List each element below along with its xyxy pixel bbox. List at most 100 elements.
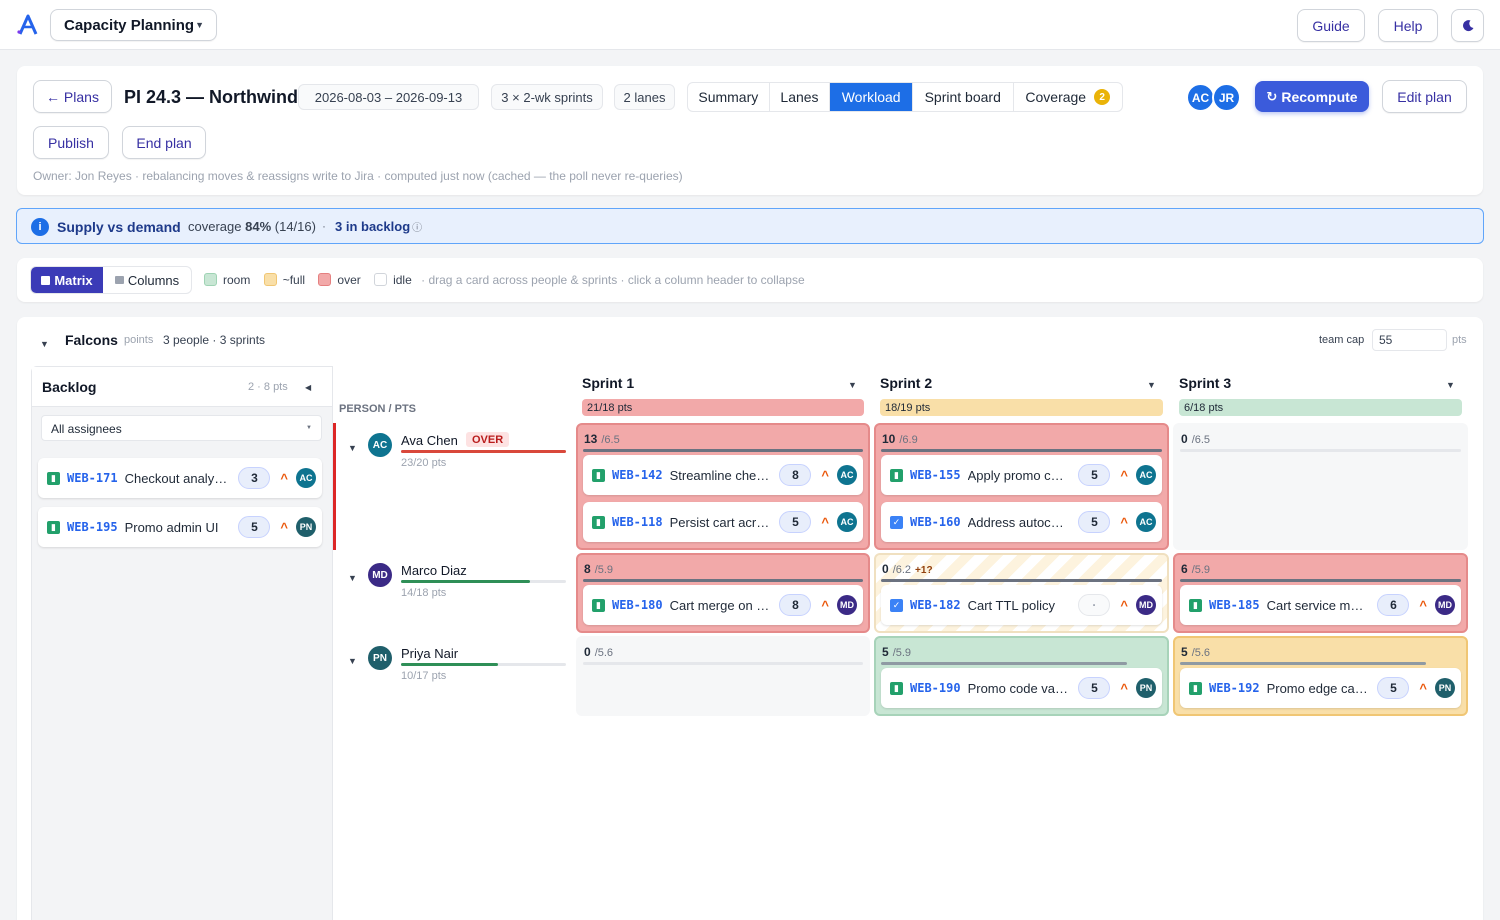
columns-view-button[interactable]: Columns	[103, 267, 191, 293]
workload-cell[interactable]: 13/6.5 ▮ WEB-142 Streamline checkout 8 ^ AC ▮ WE…	[576, 423, 870, 550]
ticket-points[interactable]: 8	[779, 464, 812, 486]
avatar[interactable]: AC	[1186, 83, 1215, 112]
assignee-avatar[interactable]: PN	[1136, 678, 1156, 698]
ticket-key[interactable]: WEB-195	[67, 520, 118, 534]
assignee-avatar[interactable]: AC	[837, 512, 857, 532]
story-bookmark-icon: ▮	[47, 471, 60, 485]
assignee-avatar[interactable]: AC	[1136, 465, 1156, 485]
workload-cell[interactable]: 8/5.9 ▮ WEB-180 Cart merge on login 8 ^ MD	[576, 553, 870, 633]
ticket-card[interactable]: ▮ WEB-118 Persist cart across sessions 5 ^ AC	[583, 502, 863, 542]
backlog-count-link[interactable]: 3 in backlog ⓘ	[335, 219, 422, 234]
assignee-avatar[interactable]: AC	[837, 465, 857, 485]
team-cap-input[interactable]	[1372, 329, 1447, 351]
ticket-key[interactable]: WEB-171	[67, 471, 118, 485]
person-name: Ava Chen	[401, 433, 458, 448]
tab-workload[interactable]: Workload	[830, 83, 913, 111]
ticket-points[interactable]: 5	[1078, 511, 1111, 533]
ticket-points[interactable]: ·	[1078, 594, 1111, 616]
workload-cell[interactable]: 5/5.6 ▮ WEB-192 Promo edge cases 5 ^ PN	[1173, 636, 1468, 716]
cell-capacity: /5.6	[594, 647, 614, 659]
assignee-avatar[interactable]: MD	[1136, 595, 1156, 615]
tab-sprint-board[interactable]: Sprint board	[913, 83, 1014, 111]
tab-summary[interactable]: Summary	[688, 83, 770, 111]
ticket-points[interactable]: 5	[238, 516, 271, 538]
ticket-card[interactable]: ▮ WEB-185 Cart service metrics 6 ^ MD	[1180, 585, 1461, 625]
ticket-card[interactable]: ✓ WEB-160 Address autocomplete 5 ^ AC	[881, 502, 1162, 542]
end-plan-button[interactable]: End plan	[122, 126, 206, 159]
ticket-card[interactable]: ▮ WEB-155 Apply promo codes 5 ^ AC	[881, 455, 1162, 495]
ticket-key[interactable]: WEB-160	[910, 515, 961, 529]
plan-selector[interactable]: Capacity Planning ▼	[50, 9, 217, 41]
avatar[interactable]: JR	[1212, 83, 1241, 112]
assignee-avatar[interactable]: PN	[296, 517, 316, 537]
assignee-avatar[interactable]: PN	[1435, 678, 1455, 698]
collapse-person-icon[interactable]: ▼	[348, 573, 357, 583]
sprint-load: 6/18 pts	[1179, 399, 1462, 416]
assignee-avatar[interactable]: MD	[1435, 595, 1455, 615]
theme-toggle-button[interactable]	[1451, 9, 1484, 42]
ticket-card[interactable]: ▮ WEB-171 Checkout analytics 3 ^ AC	[38, 458, 322, 498]
ticket-key[interactable]: WEB-185	[1209, 598, 1260, 612]
ticket-key[interactable]: WEB-182	[910, 598, 961, 612]
assignee-avatar[interactable]: AC	[1136, 512, 1156, 532]
ticket-card[interactable]: ▮ WEB-190 Promo code validation 5 ^ PN	[881, 668, 1162, 708]
ticket-points[interactable]: 5	[1377, 677, 1410, 699]
collapse-sprint-icon[interactable]: ▼	[1147, 380, 1156, 390]
story-bookmark-icon: ▮	[890, 681, 903, 695]
ticket-key[interactable]: WEB-180	[612, 598, 663, 612]
ticket-key[interactable]: WEB-155	[910, 468, 961, 482]
ticket-points[interactable]: 6	[1377, 594, 1410, 616]
workload-cell[interactable]: 6/5.9 ▮ WEB-185 Cart service metrics 6 ^ MD	[1173, 553, 1468, 633]
person-avatar[interactable]: AC	[368, 433, 392, 457]
back-to-plans-button[interactable]: ← Plans	[33, 80, 112, 113]
backlog-item[interactable]: ▮ WEB-195 Promo admin UI 5 ^ PN	[38, 507, 322, 547]
person-avatar[interactable]: PN	[368, 646, 392, 670]
ticket-card[interactable]: ▮ WEB-142 Streamline checkout 8 ^ AC	[583, 455, 863, 495]
ticket-card[interactable]: ✓ WEB-182 Cart TTL policy · ^ MD	[881, 585, 1162, 625]
collapse-person-icon[interactable]: ▼	[348, 656, 357, 666]
assignee-avatar[interactable]: MD	[837, 595, 857, 615]
assignee-avatar[interactable]: AC	[296, 468, 316, 488]
person-avatar[interactable]: MD	[368, 563, 392, 587]
sprint-header[interactable]: Sprint 3	[1179, 375, 1231, 391]
workload-cell[interactable]: 0/6.5	[1173, 423, 1468, 550]
backlog-item[interactable]: ▮ WEB-171 Checkout analytics 3 ^ AC	[38, 458, 322, 498]
coverage-label: coverage	[188, 219, 242, 234]
ticket-card[interactable]: ▮ WEB-180 Cart merge on login 8 ^ MD	[583, 585, 863, 625]
ticket-key[interactable]: WEB-118	[612, 515, 663, 529]
ticket-points[interactable]: 8	[779, 594, 812, 616]
ticket-points[interactable]: 5	[779, 511, 812, 533]
sprint-header[interactable]: Sprint 2	[880, 375, 932, 391]
publish-button[interactable]: Publish	[33, 126, 109, 159]
matrix-view-button[interactable]: Matrix	[31, 267, 103, 293]
ticket-key[interactable]: WEB-142	[612, 468, 663, 482]
workload-cell[interactable]: 0/5.6	[576, 636, 870, 716]
ticket-card[interactable]: ▮ WEB-192 Promo edge cases 5 ^ PN	[1180, 668, 1461, 708]
ticket-points[interactable]: 5	[1078, 677, 1111, 699]
tab-coverage[interactable]: Coverage 2	[1014, 83, 1123, 111]
ticket-points[interactable]: 3	[238, 467, 271, 489]
cell-capacity: /6.9	[899, 434, 918, 446]
guide-button[interactable]: Guide	[1297, 9, 1365, 42]
recompute-button[interactable]: ↻ Recompute	[1255, 81, 1369, 112]
workload-cell[interactable]: 5/5.9 ▮ WEB-190 Promo code validation 5 ^ PN	[874, 636, 1169, 716]
assignee-filter[interactable]: All assignees ▼	[41, 415, 322, 441]
collapse-backlog-icon[interactable]: ◀	[305, 383, 311, 392]
ticket-points[interactable]: 5	[1078, 464, 1111, 486]
ticket-key[interactable]: WEB-192	[1209, 681, 1260, 695]
edit-plan-button[interactable]: Edit plan	[1382, 80, 1467, 113]
sprint-header[interactable]: Sprint 1	[582, 375, 634, 391]
tab-lanes[interactable]: Lanes	[770, 83, 831, 111]
columns-label: Columns	[127, 272, 180, 288]
ticket-key[interactable]: WEB-190	[910, 681, 961, 695]
ticket-title: Promo edge cases	[1266, 680, 1370, 696]
collapse-person-icon[interactable]: ▼	[348, 443, 357, 453]
ticket-card[interactable]: ▮ WEB-195 Promo admin UI 5 ^ PN	[38, 507, 322, 547]
help-button[interactable]: Help	[1378, 9, 1438, 42]
collapse-sprint-icon[interactable]: ▼	[1446, 380, 1455, 390]
workload-cell[interactable]: 10/6.9 ▮ WEB-155 Apply promo codes 5 ^ AC ✓ WEB-…	[874, 423, 1169, 550]
workload-cell[interactable]: 0/6.2 +1? ✓ WEB-182 Cart TTL policy · ^ MD	[874, 553, 1169, 633]
app-logo-icon[interactable]	[16, 13, 40, 37]
collapse-sprint-icon[interactable]: ▼	[848, 380, 857, 390]
collapse-team-icon[interactable]: ▼	[40, 339, 49, 349]
